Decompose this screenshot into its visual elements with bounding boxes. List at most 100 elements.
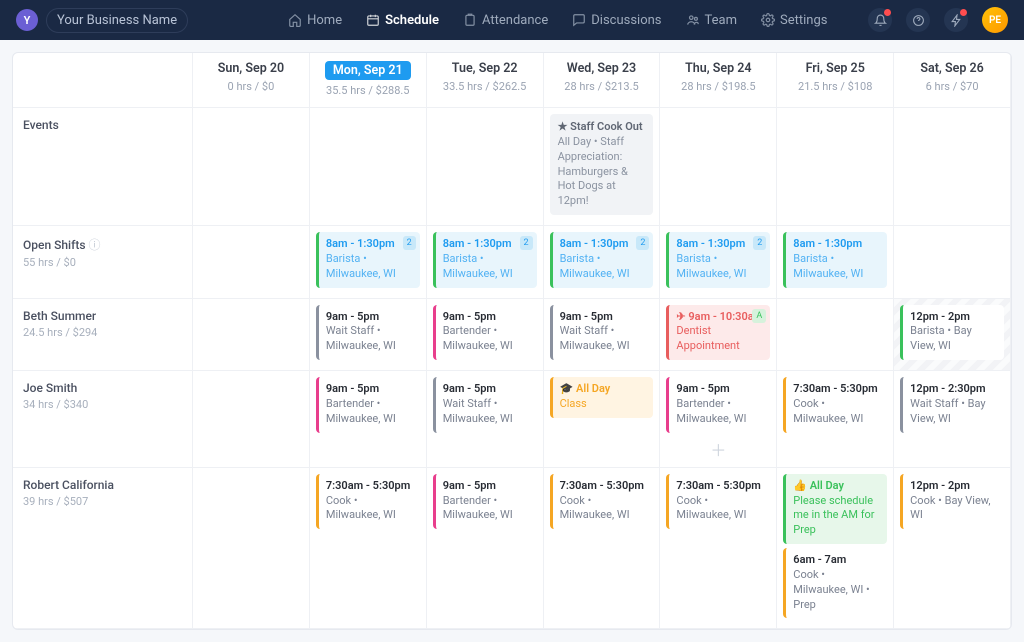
nav-schedule[interactable]: Schedule bbox=[356, 7, 449, 34]
nav-attendance[interactable]: Attendance bbox=[453, 7, 558, 34]
day-header[interactable]: Sun, Sep 20 0 hrs / $0 bbox=[193, 53, 310, 108]
shift-role: Cook • Milwaukee, WI bbox=[326, 494, 414, 524]
schedule-cell[interactable]: 12pm - 2:30pm Wait Staff • Bay View, WI bbox=[894, 371, 1011, 468]
shift-card[interactable]: 9am - 5pm Bartender • Milwaukee, WI bbox=[666, 377, 770, 433]
events-cell[interactable] bbox=[660, 108, 777, 226]
shift-card[interactable]: 7:30am - 5:30pm Cook • Milwaukee, WI bbox=[666, 474, 770, 530]
employee-row-header[interactable]: Joe Smith 34 hrs / $340 bbox=[13, 371, 193, 468]
open-shift-cell[interactable]: 2 8am - 1:30pm Barista • Milwaukee, WI bbox=[660, 226, 777, 299]
schedule-cell[interactable]: 9am - 5pm Bartender • Milwaukee, WI bbox=[310, 371, 427, 468]
shift-card[interactable]: 12pm - 2pm Barista • Bay View, WI bbox=[900, 305, 1004, 361]
notifications-button[interactable] bbox=[868, 8, 892, 32]
shift-card[interactable]: A ✈ 9am - 10:30am Dentist Appointment bbox=[666, 305, 770, 361]
event-title: ★ Staff Cook Out bbox=[558, 120, 646, 135]
employee-summary: 34 hrs / $340 bbox=[23, 398, 182, 411]
shift-card[interactable]: 12pm - 2:30pm Wait Staff • Bay View, WI bbox=[900, 377, 1004, 433]
open-shift-card[interactable]: 2 8am - 1:30pm Barista • Milwaukee, WI bbox=[666, 232, 770, 288]
day-header[interactable]: Mon, Sep 21 35.5 hrs / $288.5 bbox=[310, 53, 427, 108]
schedule-cell[interactable]: 9am - 5pm Wait Staff • Milwaukee, WI bbox=[427, 371, 544, 468]
brand-badge[interactable]: Y bbox=[16, 9, 38, 31]
shift-card[interactable]: 7:30am - 5:30pm Cook • Milwaukee, WI bbox=[783, 377, 887, 433]
schedule-cell[interactable]: A ✈ 9am - 10:30am Dentist Appointment bbox=[660, 299, 777, 372]
employee-summary: 39 hrs / $507 bbox=[23, 495, 182, 508]
calendar-icon bbox=[366, 13, 380, 27]
shift-role: Wait Staff • Milwaukee, WI bbox=[443, 397, 531, 427]
open-shift-card[interactable]: 2 8am - 1:30pm Barista • Milwaukee, WI bbox=[550, 232, 654, 288]
day-header[interactable]: Sat, Sep 26 6 hrs / $70 bbox=[894, 53, 1011, 108]
open-shift-cell[interactable]: 2 8am - 1:30pm Barista • Milwaukee, WI bbox=[427, 226, 544, 299]
events-cell[interactable] bbox=[310, 108, 427, 226]
schedule-cell[interactable]: 👍 All Day Please schedule me in the AM f… bbox=[777, 468, 894, 630]
day-header[interactable]: Tue, Sep 22 33.5 hrs / $262.5 bbox=[427, 53, 544, 108]
notification-dot-icon bbox=[884, 9, 891, 16]
day-label: Sun, Sep 20 bbox=[197, 61, 305, 76]
day-header[interactable]: Wed, Sep 23 28 hrs / $213.5 bbox=[544, 53, 661, 108]
shift-time: 12pm - 2pm bbox=[910, 479, 998, 494]
schedule-cell[interactable] bbox=[777, 299, 894, 372]
events-cell[interactable] bbox=[193, 108, 310, 226]
add-shift-button[interactable]: ＋ bbox=[666, 437, 770, 461]
schedule-cell[interactable]: 9am - 5pm Bartender • Milwaukee, WI bbox=[427, 299, 544, 372]
schedule-cell[interactable]: 9am - 5pm Bartender • Milwaukee, WI ＋ bbox=[660, 371, 777, 468]
info-icon: ⓘ bbox=[88, 238, 100, 252]
help-button[interactable] bbox=[906, 8, 930, 32]
event-card[interactable]: ★ Staff Cook Out All Day • Staff Appreci… bbox=[550, 114, 654, 215]
open-shift-cell[interactable] bbox=[894, 226, 1011, 299]
shift-card[interactable]: 7:30am - 5:30pm Cook • Milwaukee, WI bbox=[550, 474, 654, 530]
shift-card[interactable]: 6am - 7am Cook • Milwaukee, WI • Prep bbox=[783, 548, 887, 618]
shift-card[interactable]: 👍 All Day Please schedule me in the AM f… bbox=[783, 474, 887, 544]
events-cell[interactable] bbox=[427, 108, 544, 226]
day-header[interactable]: Fri, Sep 25 21.5 hrs / $108 bbox=[777, 53, 894, 108]
bolt-button[interactable] bbox=[944, 8, 968, 32]
events-cell[interactable]: ★ Staff Cook Out All Day • Staff Appreci… bbox=[544, 108, 661, 226]
schedule-cell[interactable]: 7:30am - 5:30pm Cook • Milwaukee, WI bbox=[777, 371, 894, 468]
nav-discussions[interactable]: Discussions bbox=[562, 7, 671, 34]
schedule-cell[interactable] bbox=[193, 371, 310, 468]
shift-card[interactable]: 9am - 5pm Bartender • Milwaukee, WI bbox=[316, 377, 420, 433]
employee-row-header[interactable]: Robert California 39 hrs / $507 bbox=[13, 468, 193, 630]
schedule-cell[interactable]: 7:30am - 5:30pm Cook • Milwaukee, WI bbox=[310, 468, 427, 630]
schedule-cell[interactable] bbox=[193, 468, 310, 630]
open-shift-card[interactable]: 2 8am - 1:30pm Barista • Milwaukee, WI bbox=[433, 232, 537, 288]
events-cell[interactable] bbox=[894, 108, 1011, 226]
schedule-cell[interactable]: 7:30am - 5:30pm Cook • Milwaukee, WI bbox=[660, 468, 777, 630]
open-shift-card[interactable]: 8am - 1:30pm Barista • Milwaukee, WI bbox=[783, 232, 887, 288]
open-shift-cell[interactable]: 2 8am - 1:30pm Barista • Milwaukee, WI bbox=[544, 226, 661, 299]
nav-settings[interactable]: Settings bbox=[751, 7, 837, 34]
brand-name[interactable]: Your Business Name bbox=[46, 8, 188, 33]
shift-role: Bartender • Milwaukee, WI bbox=[443, 324, 531, 354]
shift-card[interactable]: 🎓 All Day Class bbox=[550, 377, 654, 418]
team-icon bbox=[686, 13, 700, 27]
events-cell[interactable] bbox=[777, 108, 894, 226]
open-shift-cell[interactable]: 8am - 1:30pm Barista • Milwaukee, WI bbox=[777, 226, 894, 299]
day-header[interactable]: Thu, Sep 24 28 hrs / $198.5 bbox=[660, 53, 777, 108]
shift-time: 9am - 5pm bbox=[326, 382, 414, 397]
schedule-cell[interactable]: 9am - 5pm Wait Staff • Milwaukee, WI bbox=[544, 299, 661, 372]
schedule-cell[interactable] bbox=[193, 299, 310, 372]
schedule-cell[interactable]: 7:30am - 5:30pm Cook • Milwaukee, WI bbox=[544, 468, 661, 630]
open-shift-cell[interactable] bbox=[193, 226, 310, 299]
shift-card[interactable]: 9am - 5pm Bartender • Milwaukee, WI bbox=[433, 474, 537, 530]
nav-home[interactable]: Home bbox=[278, 7, 352, 34]
shift-time: 8am - 1:30pm bbox=[443, 237, 531, 252]
shift-card[interactable]: 9am - 5pm Wait Staff • Milwaukee, WI bbox=[316, 305, 420, 361]
schedule-cell[interactable]: 9am - 5pm Wait Staff • Milwaukee, WI bbox=[310, 299, 427, 372]
avatar[interactable]: PE bbox=[982, 7, 1008, 33]
open-shift-card[interactable]: 2 8am - 1:30pm Barista • Milwaukee, WI bbox=[316, 232, 420, 288]
shift-card[interactable]: 7:30am - 5:30pm Cook • Milwaukee, WI bbox=[316, 474, 420, 530]
shift-badge: A bbox=[752, 309, 766, 323]
schedule-cell[interactable]: 9am - 5pm Bartender • Milwaukee, WI bbox=[427, 468, 544, 630]
employee-name: Beth Summer bbox=[23, 309, 182, 323]
employee-row-header[interactable]: Beth Summer 24.5 hrs / $294 bbox=[13, 299, 193, 372]
open-shift-cell[interactable]: 2 8am - 1:30pm Barista • Milwaukee, WI bbox=[310, 226, 427, 299]
shift-card[interactable]: 9am - 5pm Wait Staff • Milwaukee, WI bbox=[550, 305, 654, 361]
nav-team[interactable]: Team bbox=[676, 7, 748, 34]
count-badge: 2 bbox=[520, 236, 533, 250]
nav-settings-label: Settings bbox=[780, 13, 827, 28]
shift-card[interactable]: 12pm - 2pm Cook • Bay View, WI bbox=[900, 474, 1004, 530]
shift-card[interactable]: 9am - 5pm Bartender • Milwaukee, WI bbox=[433, 305, 537, 361]
shift-card[interactable]: 9am - 5pm Wait Staff • Milwaukee, WI bbox=[433, 377, 537, 433]
schedule-cell[interactable]: 12pm - 2pm Cook • Bay View, WI bbox=[894, 468, 1011, 630]
schedule-cell[interactable]: 12pm - 2pm Barista • Bay View, WI bbox=[894, 299, 1011, 372]
schedule-cell[interactable]: 🎓 All Day Class bbox=[544, 371, 661, 468]
